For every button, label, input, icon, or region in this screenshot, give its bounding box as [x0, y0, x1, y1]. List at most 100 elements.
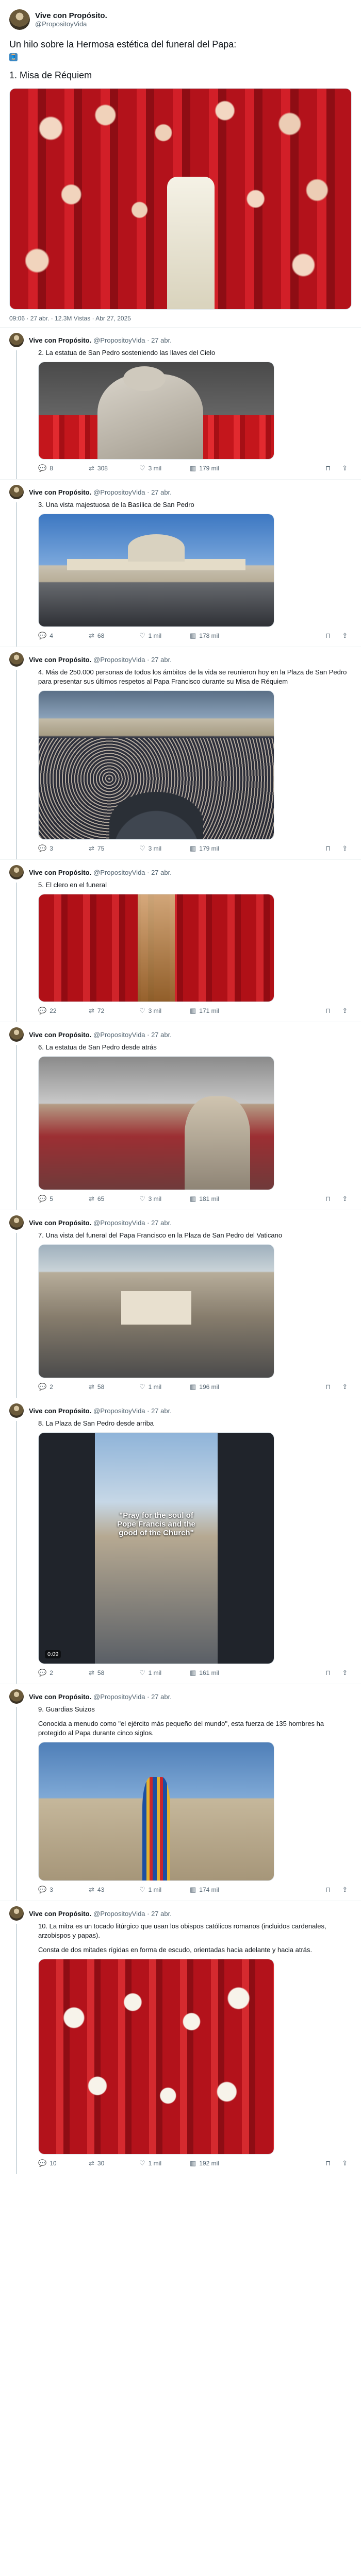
reply-tweet[interactable]: Vive con Propósito. @PropositoyVida · 27 … [0, 1022, 361, 1210]
share-icon[interactable]: ⇪ [342, 1669, 348, 1677]
bookmark-icon[interactable]: ⊓ [325, 1195, 331, 1203]
avatar[interactable] [9, 1403, 24, 1418]
reply-photo[interactable] [38, 894, 274, 1002]
repost-button[interactable]: ⇄ 72 [89, 1007, 139, 1015]
reply-author-name[interactable]: Vive con Propósito. [29, 869, 91, 876]
reply-handle[interactable]: @PropositoyVida · 27 abr. [93, 1693, 172, 1701]
reply-handle[interactable]: @PropositoyVida · 27 abr. [93, 488, 172, 496]
reply-handle[interactable]: @PropositoyVida · 27 abr. [93, 869, 172, 876]
reply-button[interactable]: 💬 2 [38, 1383, 89, 1391]
author-name[interactable]: Vive con Propósito. [35, 11, 107, 20]
reply-photo[interactable] [38, 1959, 274, 2155]
bookmark-icon[interactable]: ⊓ [325, 464, 331, 472]
reply-photo[interactable] [38, 1244, 274, 1378]
share-icon[interactable]: ⇪ [342, 464, 348, 472]
author-handle[interactable]: @PropositoyVida [35, 20, 107, 28]
views-button[interactable]: ▥ 192 mil [190, 2159, 240, 2167]
reply-handle[interactable]: @PropositoyVida · 27 abr. [93, 1407, 172, 1415]
avatar[interactable] [9, 333, 24, 347]
views-button[interactable]: ▥ 174 mil [190, 1886, 240, 1894]
views-button[interactable]: ▥ 181 mil [190, 1195, 240, 1203]
reply-photo[interactable] [38, 362, 274, 460]
reply-video[interactable]: "Pray for the soul of Pope Francis and t… [38, 1432, 274, 1664]
share-icon[interactable]: ⇪ [342, 2159, 348, 2167]
reply-author-name[interactable]: Vive con Propósito. [29, 1031, 91, 1039]
avatar[interactable] [9, 865, 24, 879]
reply-button[interactable]: 💬 22 [38, 1007, 89, 1015]
reply-button[interactable]: 💬 3 [38, 844, 89, 853]
reply-button[interactable]: 💬 2 [38, 1669, 89, 1677]
reply-author-name[interactable]: Vive con Propósito. [29, 656, 91, 664]
reply-tweet[interactable]: Vive con Propósito. @PropositoyVida · 27 … [0, 1901, 361, 2174]
share-icon[interactable]: ⇪ [342, 1383, 348, 1391]
views-button[interactable]: ▥ 179 mil [190, 844, 240, 853]
views-button[interactable]: ▥ 196 mil [190, 1383, 240, 1391]
avatar[interactable] [9, 1689, 24, 1704]
repost-button[interactable]: ⇄ 68 [89, 632, 139, 640]
reply-author-name[interactable]: Vive con Propósito. [29, 1910, 91, 1918]
views-button[interactable]: ▥ 161 mil [190, 1669, 240, 1677]
repost-button[interactable]: ⇄ 30 [89, 2159, 139, 2167]
like-button[interactable]: ♡ 1 mil [139, 1383, 190, 1391]
repost-button[interactable]: ⇄ 58 [89, 1669, 139, 1677]
bookmark-icon[interactable]: ⊓ [325, 632, 331, 640]
like-button[interactable]: ♡ 3 mil [139, 1195, 190, 1203]
repost-button[interactable]: ⇄ 75 [89, 844, 139, 853]
reply-handle[interactable]: @PropositoyVida · 27 abr. [93, 1031, 172, 1039]
reply-handle[interactable]: @PropositoyVida · 27 abr. [93, 1910, 172, 1918]
avatar[interactable] [9, 652, 24, 667]
reply-author-name[interactable]: Vive con Propósito. [29, 1219, 91, 1227]
reply-photo[interactable] [38, 1742, 274, 1881]
bookmark-icon[interactable]: ⊓ [325, 844, 331, 853]
reply-button[interactable]: 💬 4 [38, 632, 89, 640]
reply-handle[interactable]: @PropositoyVida · 27 abr. [93, 336, 172, 344]
main-photo[interactable] [9, 88, 352, 310]
reply-handle[interactable]: @PropositoyVida · 27 abr. [93, 1219, 172, 1227]
views-button[interactable]: ▥ 171 mil [190, 1007, 240, 1015]
reply-button[interactable]: 💬 10 [38, 2159, 89, 2167]
reply-author-name[interactable]: Vive con Propósito. [29, 336, 91, 344]
reply-photo[interactable] [38, 514, 274, 627]
reply-tweet[interactable]: Vive con Propósito. @PropositoyVida · 27 … [0, 1684, 361, 1901]
reply-button[interactable]: 💬 5 [38, 1195, 89, 1203]
reply-button[interactable]: 💬 3 [38, 1886, 89, 1894]
bookmark-icon[interactable]: ⊓ [325, 1007, 331, 1015]
bookmark-icon[interactable]: ⊓ [325, 2159, 331, 2167]
like-button[interactable]: ♡ 1 mil [139, 1886, 190, 1894]
bookmark-icon[interactable]: ⊓ [325, 1383, 331, 1391]
like-button[interactable]: ♡ 3 mil [139, 844, 190, 853]
share-icon[interactable]: ⇪ [342, 632, 348, 640]
reply-tweet[interactable]: Vive con Propósito. @PropositoyVida · 27 … [0, 479, 361, 647]
share-icon[interactable]: ⇪ [342, 1886, 348, 1894]
avatar[interactable] [9, 485, 24, 499]
reply-button[interactable]: 💬 8 [38, 464, 89, 472]
share-icon[interactable]: ⇪ [342, 1007, 348, 1015]
like-button[interactable]: ♡ 1 mil [139, 1669, 190, 1677]
like-button[interactable]: ♡ 1 mil [139, 2159, 190, 2167]
repost-button[interactable]: ⇄ 43 [89, 1886, 139, 1894]
bookmark-icon[interactable]: ⊓ [325, 1669, 331, 1677]
reply-author-name[interactable]: Vive con Propósito. [29, 1693, 91, 1701]
reply-tweet[interactable]: Vive con Propósito. @PropositoyVida · 27 … [0, 1210, 361, 1398]
share-icon[interactable]: ⇪ [342, 844, 348, 853]
reply-handle[interactable]: @PropositoyVida · 27 abr. [93, 656, 172, 664]
like-button[interactable]: ♡ 3 mil [139, 464, 190, 472]
share-icon[interactable]: ⇪ [342, 1195, 348, 1203]
views-button[interactable]: ▥ 179 mil [190, 464, 240, 472]
reply-tweet[interactable]: Vive con Propósito. @PropositoyVida · 27 … [0, 327, 361, 479]
reply-photo[interactable] [38, 1056, 274, 1190]
bookmark-icon[interactable]: ⊓ [325, 1886, 331, 1894]
like-button[interactable]: ♡ 3 mil [139, 1007, 190, 1015]
repost-button[interactable]: ⇄ 308 [89, 464, 139, 472]
reply-tweet[interactable]: Vive con Propósito. @PropositoyVida · 27 … [0, 859, 361, 1022]
reply-photo[interactable] [38, 690, 274, 840]
views-button[interactable]: ▥ 178 mil [190, 632, 240, 640]
avatar[interactable] [9, 1906, 24, 1921]
reply-tweet[interactable]: Vive con Propósito. @PropositoyVida · 27 … [0, 647, 361, 859]
avatar[interactable] [9, 1027, 24, 1042]
repost-button[interactable]: ⇄ 65 [89, 1195, 139, 1203]
reply-author-name[interactable]: Vive con Propósito. [29, 488, 91, 496]
repost-button[interactable]: ⇄ 58 [89, 1383, 139, 1391]
reply-tweet[interactable]: Vive con Propósito. @PropositoyVida · 27 … [0, 1398, 361, 1684]
avatar[interactable] [9, 1215, 24, 1230]
